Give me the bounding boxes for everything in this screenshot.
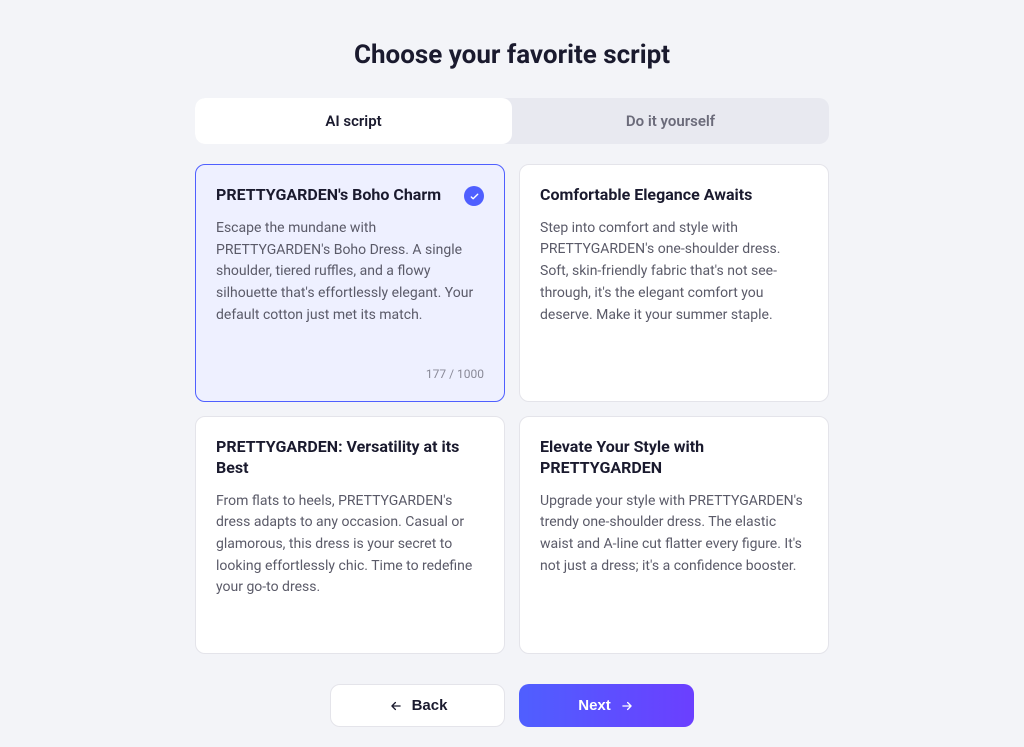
back-button-label: Back: [412, 697, 448, 714]
script-card-boho-charm[interactable]: PRETTYGARDEN's Boho Charm Escape the mun…: [195, 164, 505, 402]
selected-check-icon: [464, 186, 484, 206]
script-cards-grid: PRETTYGARDEN's Boho Charm Escape the mun…: [195, 164, 829, 654]
arrow-right-icon: [619, 699, 635, 713]
script-card-versatility[interactable]: PRETTYGARDEN: Versatility at its Best Fr…: [195, 416, 505, 654]
script-card-comfortable-elegance[interactable]: Comfortable Elegance Awaits Step into co…: [519, 164, 829, 402]
character-counter: 177 / 1000: [216, 367, 484, 381]
tab-do-it-yourself[interactable]: Do it yourself: [512, 98, 829, 144]
script-type-tabs: AI script Do it yourself: [195, 98, 829, 144]
card-title: Elevate Your Style with PRETTYGARDEN: [540, 437, 808, 479]
script-card-elevate-style[interactable]: Elevate Your Style with PRETTYGARDEN Upg…: [519, 416, 829, 654]
card-title: PRETTYGARDEN's Boho Charm: [216, 185, 441, 206]
tab-ai-script[interactable]: AI script: [195, 98, 512, 144]
card-body: Upgrade your style with PRETTYGARDEN's t…: [540, 491, 808, 633]
card-body: Step into comfort and style with PRETTYG…: [540, 218, 808, 381]
next-button-label: Next: [578, 697, 611, 714]
next-button[interactable]: Next: [519, 684, 694, 727]
card-body: Escape the mundane with PRETTYGARDEN's B…: [216, 218, 484, 355]
card-title: PRETTYGARDEN: Versatility at its Best: [216, 437, 484, 479]
card-body: From flats to heels, PRETTYGARDEN's dres…: [216, 491, 484, 633]
back-button[interactable]: Back: [330, 684, 505, 727]
footer-buttons: Back Next: [195, 684, 829, 727]
card-title: Comfortable Elegance Awaits: [540, 185, 752, 206]
page-title: Choose your favorite script: [195, 40, 829, 70]
arrow-left-icon: [388, 699, 404, 713]
